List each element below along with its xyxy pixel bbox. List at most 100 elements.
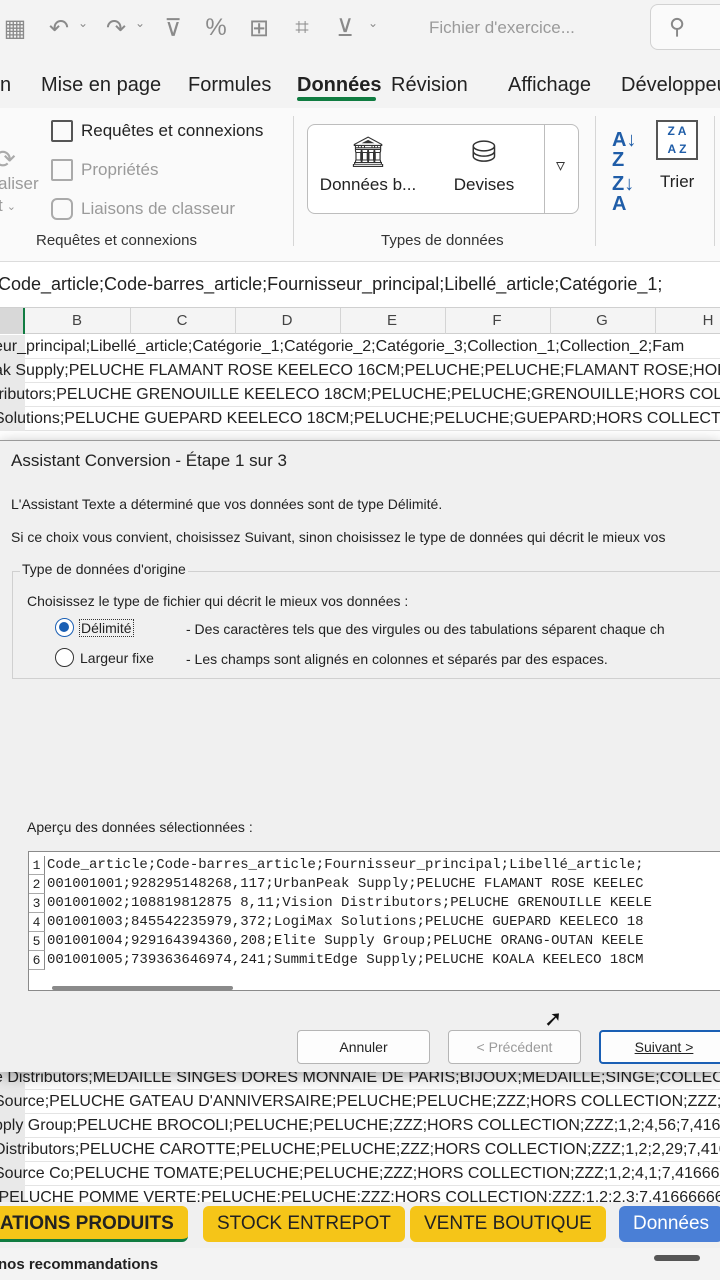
tab-page-layout[interactable]: Mise en page — [41, 74, 161, 97]
list-item: 4 001001003;845542235979,372;LogiMax Sol… — [29, 913, 720, 932]
sort-az-icon[interactable]: A↓ Z — [612, 130, 636, 170]
group-label-datatypes: Types de données — [381, 232, 504, 249]
sheet-tab-produits[interactable]: ATIONS PRODUITS — [0, 1206, 188, 1242]
sort-button-label[interactable]: Trier — [660, 172, 694, 192]
chevron-down-icon[interactable]: ⌄ — [135, 16, 145, 30]
sort-za-icon[interactable]: Z↓ A — [612, 174, 634, 214]
column-divider — [655, 308, 656, 334]
preview-horizontal-scrollbar[interactable] — [52, 986, 233, 990]
refresh-all-label-2[interactable]: t ⌄ — [0, 196, 16, 216]
table-row[interactable]: eur_principal;Libellé_article;Catégorie_… — [0, 335, 720, 359]
tab-review[interactable]: Révision — [391, 74, 468, 97]
percent-icon[interactable]: % — [201, 14, 231, 42]
workbook-links-button[interactable]: Liaisons de classeur — [51, 198, 235, 220]
delimited-description: - Des caractères tels que des virgules o… — [186, 621, 665, 637]
chevron-down-icon[interactable]: ⌄ — [368, 16, 378, 30]
select-icon[interactable]: ⌗ — [287, 14, 317, 42]
sheet-tab-donnees[interactable]: Données — [619, 1206, 720, 1242]
chevron-down-icon[interactable]: ⌄ — [78, 16, 88, 30]
file-type-prompt: Choisissez le type de fichier qui décrit… — [27, 593, 409, 609]
text-import-wizard-dialog: Assistant Conversion - Étape 1 sur 3 L'A… — [0, 440, 720, 1072]
table-row[interactable]: ak Supply;PELUCHE FLAMANT ROSE KEELECO 1… — [0, 359, 720, 383]
column-divider — [130, 308, 131, 334]
gallery-divider — [544, 125, 545, 213]
gallery-more-icon[interactable]: ▿ — [556, 155, 565, 176]
group-label-queries: Requêtes et connexions — [36, 232, 197, 249]
grid-icon[interactable]: ▦ — [2, 14, 28, 42]
column-header-a[interactable] — [0, 308, 25, 334]
sort-dialog-icon[interactable]: Z AA Z — [656, 120, 698, 160]
properties-icon — [51, 159, 73, 181]
search-icon: ⚲ — [669, 14, 686, 39]
formula-bar[interactable]: Code_article;Code-barres_article;Fournis… — [0, 262, 720, 308]
table-row[interactable]: Source Co;PELUCHE TOMATE;PELUCHE;PELUCHE… — [0, 1162, 720, 1186]
column-header-f[interactable]: F — [482, 312, 512, 329]
refresh-icon[interactable]: ⟳ — [0, 144, 16, 175]
tab-formulas[interactable]: Formules — [188, 74, 271, 97]
sheet-tab-vente-boutique[interactable]: VENTE BOUTIQUE — [410, 1206, 606, 1242]
search-box[interactable]: ⚲ — [650, 4, 720, 50]
stock-data-button[interactable]: 🏛 Données b... — [318, 135, 418, 195]
next-button[interactable]: Suivant > — [599, 1030, 720, 1064]
list-item: 6 001001005;739363646974,241;SummitEdge … — [29, 951, 720, 970]
filter-icon[interactable]: ⊻ — [330, 14, 360, 42]
clear-filter-icon[interactable]: ⊽ — [158, 14, 188, 42]
formula-content[interactable]: Code_article;Code-barres_article;Fournis… — [0, 274, 662, 295]
column-header-e[interactable]: E — [377, 312, 407, 329]
table-row[interactable]: pply Group;PELUCHE BROCOLI;PELUCHE;PELUC… — [0, 1114, 720, 1138]
fixed-width-radio[interactable] — [55, 648, 74, 667]
delimited-label[interactable]: Délimité — [79, 619, 134, 637]
ribbon: ⟳ aliser t ⌄ Requêtes et connexions Prop… — [0, 108, 720, 262]
list-item: 5 001001004;929164394360,208;Elite Suppl… — [29, 932, 720, 951]
tab-data[interactable]: Données — [297, 74, 381, 97]
delimited-radio[interactable] — [55, 618, 74, 637]
queries-connections-button[interactable]: Requêtes et connexions — [51, 120, 263, 142]
status-bar: nos recommandations — [0, 1248, 720, 1280]
redo-icon[interactable]: ↷ — [101, 14, 131, 42]
column-divider — [550, 308, 551, 334]
undo-icon[interactable]: ↶ — [44, 14, 74, 42]
chevron-down-icon: ⌄ — [6, 200, 16, 213]
cancel-button[interactable]: Annuler — [297, 1030, 430, 1064]
workbook-title[interactable]: Fichier d'exercice... — [429, 18, 575, 38]
group-separator — [595, 116, 596, 246]
list-item: 2 001001001;928295148268,117;UrbanPeak S… — [29, 875, 720, 894]
column-header-d[interactable]: D — [272, 312, 302, 329]
column-divider — [235, 308, 236, 334]
column-header-b[interactable]: B — [62, 312, 92, 329]
status-text[interactable]: nos recommandations — [0, 1256, 158, 1273]
home-indicator[interactable] — [654, 1255, 700, 1261]
list-item: 3 001001002;108819812875 8,11;Vision Dis… — [29, 894, 720, 913]
fixed-width-label[interactable]: Largeur fixe — [80, 650, 154, 666]
active-tab-indicator — [297, 97, 376, 101]
currency-icon: ⛁ — [471, 136, 497, 169]
column-header-h[interactable]: H — [693, 312, 720, 329]
fixed-width-description: - Les champs sont alignés en colonnes et… — [186, 651, 608, 667]
queries-icon — [51, 120, 73, 142]
bank-icon: 🏛 — [348, 136, 388, 169]
links-icon — [51, 198, 73, 220]
column-divider — [340, 308, 341, 334]
format-cells-icon[interactable]: ⊞ — [244, 14, 274, 42]
sheet-tab-stock-entrepot[interactable]: STOCK ENTREPOT — [203, 1206, 405, 1242]
data-types-gallery: 🏛 Données b... ⛁ Devises ▿ — [307, 124, 579, 214]
table-row[interactable]: tributors;PELUCHE GRENOUILLE KEELECO 18C… — [0, 383, 720, 407]
quick-access-toolbar: ▦ ↶ ⌄ ↷ ⌄ ⊽ % ⊞ ⌗ ⊻ ⌄ Fichier d'exercice… — [0, 0, 720, 58]
table-row[interactable]: Solutions;PELUCHE GUEPARD KEELECO 18CM;P… — [0, 407, 720, 431]
group-legend: Type de données d'origine — [20, 561, 188, 577]
previous-button[interactable]: < Précédent — [448, 1030, 581, 1064]
properties-button[interactable]: Propriétés — [51, 159, 158, 181]
sheet-tab-bar: ATIONS PRODUITS STOCK ENTREPOT VENTE BOU… — [0, 1202, 720, 1248]
column-header-g[interactable]: G — [587, 312, 617, 329]
refresh-all-label[interactable]: aliser — [0, 174, 39, 194]
currencies-button[interactable]: ⛁ Devises — [438, 135, 530, 195]
group-separator — [293, 116, 294, 246]
tab-view[interactable]: Affichage — [508, 74, 591, 97]
data-preview[interactable]: 1 Code_article;Code-barres_article;Fourn… — [28, 851, 720, 991]
column-header-c[interactable]: C — [167, 312, 197, 329]
tab-insert[interactable]: n — [0, 74, 11, 97]
tab-developer[interactable]: Développeu — [621, 74, 720, 97]
table-row[interactable]: Source;PELUCHE GATEAU D'ANNIVERSAIRE;PEL… — [0, 1090, 720, 1114]
list-item: 1 Code_article;Code-barres_article;Fourn… — [29, 856, 720, 875]
table-row[interactable]: Distributors;PELUCHE CAROTTE;PELUCHE;PEL… — [0, 1138, 720, 1162]
